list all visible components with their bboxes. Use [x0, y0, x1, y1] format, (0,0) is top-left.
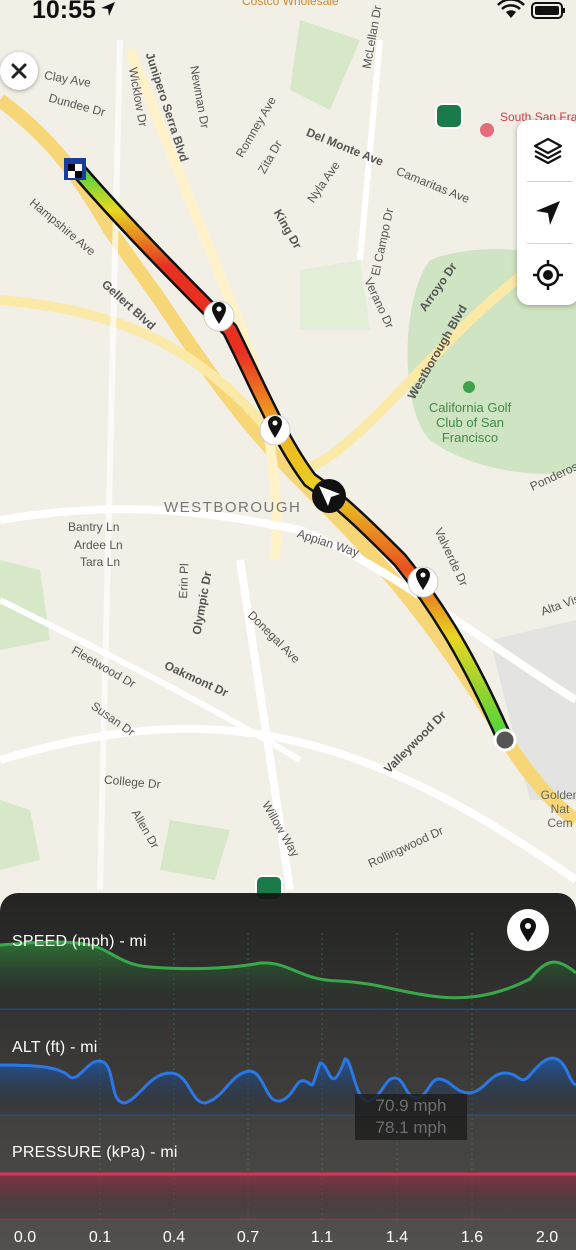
route-pin-1 [203, 300, 235, 332]
golf-club-icon [463, 381, 475, 393]
shop-icon [480, 123, 494, 137]
x-tick: 0.1 [88, 1229, 112, 1246]
speed-area [0, 941, 576, 1009]
map-label: Bantry Ln [68, 520, 120, 534]
map-pin-icon [520, 918, 536, 942]
x-tick: 0.0 [13, 1229, 37, 1246]
chart-pin-button[interactable] [507, 909, 549, 951]
pressure-area [0, 1174, 576, 1219]
locate-icon [533, 259, 563, 290]
speed-chart-label: SPEED (mph) - mi [12, 933, 147, 950]
x-tick: 0.4 [162, 1229, 186, 1246]
current-position-icon [312, 479, 346, 513]
route-start-flag-icon [64, 158, 86, 180]
layers-button[interactable] [517, 120, 576, 181]
status-icons [497, 0, 565, 19]
navigation-arrow-icon [536, 200, 560, 225]
route-end-marker [493, 728, 517, 752]
map-controls [517, 120, 576, 305]
close-button[interactable] [0, 52, 38, 90]
map-label: Tara Ln [80, 555, 121, 569]
speed-tooltip-1: 70.9 mph [355, 1094, 467, 1118]
speed-tooltip-2: 78.1 mph [355, 1116, 467, 1140]
map-label: Golden Nat Cem [540, 788, 576, 830]
x-tick: 2.0 [535, 1229, 559, 1246]
map-label: Ardee Ln [74, 538, 123, 552]
x-tick: 1.4 [385, 1229, 409, 1246]
pressure-chart-label: PRESSURE (kPa) - mi [12, 1144, 178, 1161]
layers-icon [533, 137, 563, 164]
map-label: WESTBOROUGH [164, 499, 302, 516]
wifi-icon [497, 0, 525, 18]
battery-icon [531, 2, 565, 19]
alt-chart-label: ALT (ft) - mi [12, 1039, 98, 1056]
x-tick: 1.6 [460, 1229, 484, 1246]
map-label: California Golf Club of San Francisco [428, 400, 512, 445]
location-arrow-icon [101, 2, 115, 16]
route-pin-3 [407, 566, 439, 598]
x-tick: 1.1 [310, 1229, 334, 1246]
navigate-button[interactable] [517, 182, 576, 243]
close-icon [11, 63, 27, 79]
route-pin-2 [259, 414, 291, 446]
x-tick: 0.7 [236, 1229, 260, 1246]
status-time: 10:55 [32, 0, 96, 24]
route-shield-82 [435, 103, 463, 129]
locate-button[interactable] [517, 244, 576, 305]
map-label: Erin Pl [176, 563, 192, 599]
status-bar: 10:55 [0, 0, 576, 28]
